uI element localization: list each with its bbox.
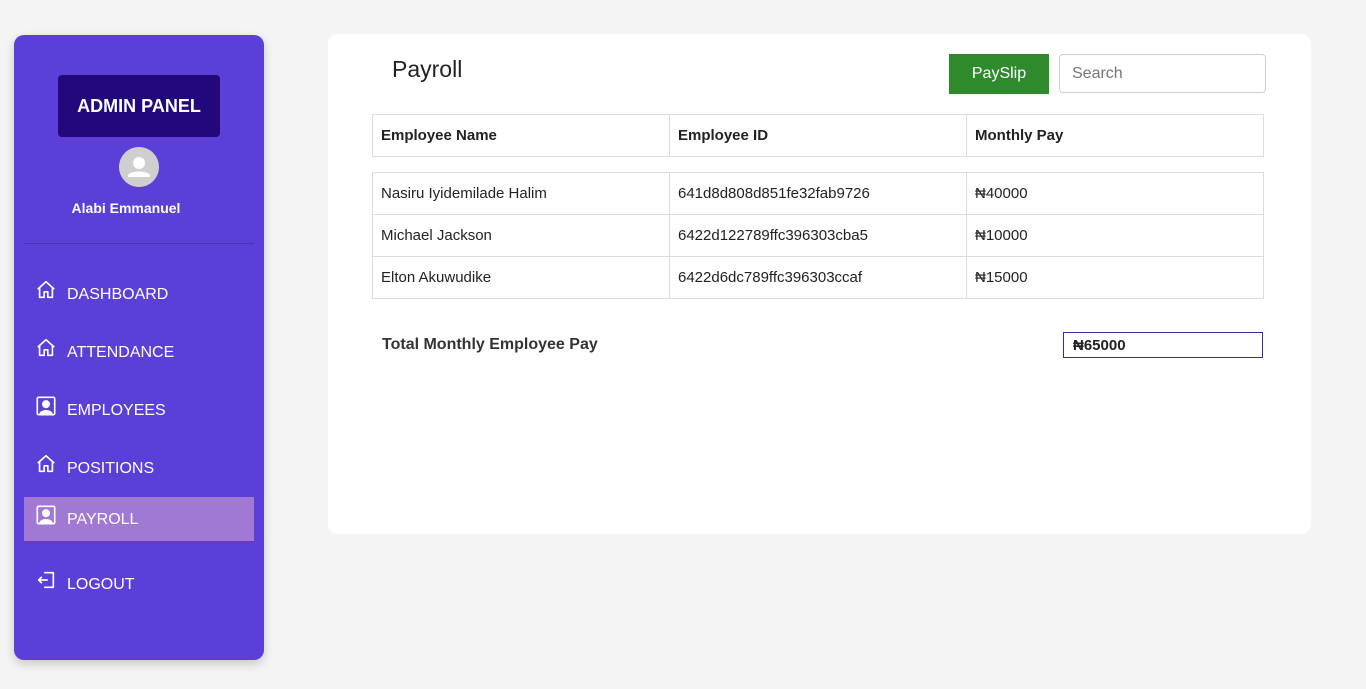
sidebar-item-label: LOGOUT	[67, 576, 135, 593]
employee-id-cell: 641d8d808d851fe32fab9726	[669, 172, 967, 215]
user-portrait-icon	[34, 503, 58, 527]
sidebar-item-logout[interactable]: LOGOUT	[24, 561, 254, 607]
home-icon	[34, 278, 58, 302]
admin-panel-brand: ADMIN PANEL	[58, 75, 220, 137]
sidebar-item-payroll[interactable]: PAYROLL	[24, 497, 254, 543]
sidebar-item-positions[interactable]: POSITIONS	[24, 445, 254, 491]
sidebar-item-label: EMPLOYEES	[67, 402, 166, 419]
user-name: Alabi Emmanuel	[71, 200, 181, 216]
table-row: Nasiru Iyidemilade Halim 641d8d808d851fe…	[372, 172, 1264, 215]
employee-name-cell: Nasiru Iyidemilade Halim	[372, 172, 670, 215]
sidebar-item-dashboard[interactable]: DASHBOARD	[24, 271, 254, 317]
employee-id-cell: 6422d6dc789ffc396303ccaf	[669, 256, 967, 299]
logout-icon	[34, 568, 58, 592]
sidebar-item-attendance[interactable]: ATTENDANCE	[24, 329, 254, 375]
column-header-employee-name: Employee Name	[372, 114, 670, 157]
sidebar-item-label: DASHBOARD	[67, 286, 169, 303]
employee-name-cell: Elton Akuwudike	[372, 256, 670, 299]
payroll-card: Payroll PaySlip Employee Name Employee I…	[328, 34, 1311, 534]
payroll-table-header: Employee Name Employee ID Monthly Pay	[372, 114, 1264, 157]
user-portrait-icon	[34, 394, 58, 418]
home-icon	[34, 452, 58, 476]
sidebar-divider	[24, 243, 254, 244]
monthly-pay-cell: ₦15000	[966, 256, 1264, 299]
home-icon	[34, 336, 58, 360]
table-row: Elton Akuwudike 6422d6dc789ffc396303ccaf…	[372, 256, 1264, 299]
monthly-pay-cell: ₦40000	[966, 172, 1264, 215]
payroll-table: Nasiru Iyidemilade Halim 641d8d808d851fe…	[372, 172, 1264, 299]
user-avatar-icon	[119, 147, 159, 187]
sidebar: ADMIN PANEL Alabi Emmanuel DASHBOARD ATT…	[14, 35, 264, 660]
column-header-monthly-pay: Monthly Pay	[966, 114, 1264, 157]
sidebar-item-employees[interactable]: EMPLOYEES	[24, 387, 254, 433]
employee-name-cell: Michael Jackson	[372, 214, 670, 257]
sidebar-item-label: ATTENDANCE	[67, 344, 175, 361]
total-pay-label: Total Monthly Employee Pay	[382, 336, 598, 353]
table-row: Michael Jackson 6422d122789ffc396303cba5…	[372, 214, 1264, 257]
payslip-button[interactable]: PaySlip	[949, 54, 1049, 94]
avatar	[119, 147, 159, 187]
column-header-employee-id: Employee ID	[669, 114, 967, 157]
page-title: Payroll	[392, 56, 463, 82]
sidebar-item-label: POSITIONS	[67, 460, 155, 477]
sidebar-item-label: PAYROLL	[67, 511, 139, 528]
monthly-pay-cell: ₦10000	[966, 214, 1264, 257]
search-input[interactable]	[1059, 54, 1266, 93]
employee-id-cell: 6422d122789ffc396303cba5	[669, 214, 967, 257]
total-pay-value: ₦65000	[1063, 332, 1263, 358]
